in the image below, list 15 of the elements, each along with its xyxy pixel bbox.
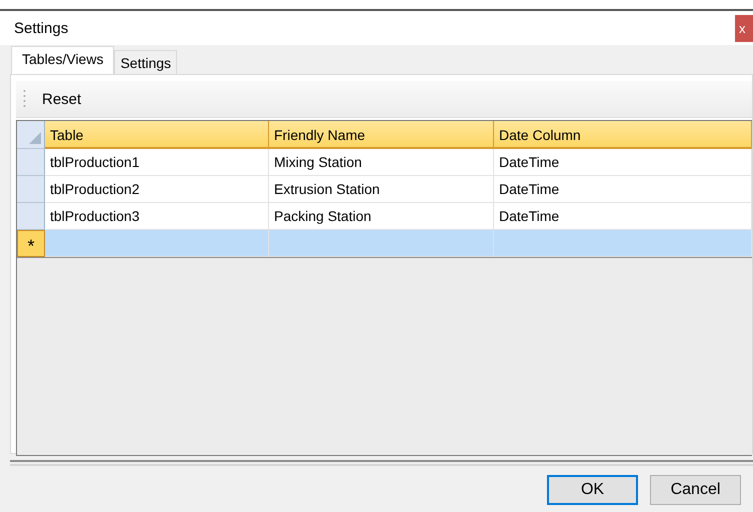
select-all-cell[interactable]	[17, 121, 45, 149]
new-row-marker: *	[17, 230, 45, 257]
tab[interactable]: Settings	[114, 50, 178, 74]
grip-icon	[23, 89, 26, 109]
corner-triangle-icon	[29, 132, 41, 144]
reset-button[interactable]: Reset	[36, 88, 88, 110]
tab[interactable]: Tables/Views	[11, 46, 114, 74]
cancel-button[interactable]: Cancel	[650, 475, 741, 505]
row-header[interactable]	[17, 176, 45, 203]
window-title: Settings	[14, 20, 68, 36]
row-header[interactable]	[17, 149, 45, 176]
close-button[interactable]: x	[735, 14, 753, 42]
row-header[interactable]	[17, 203, 45, 230]
new-row[interactable]: *	[17, 230, 752, 258]
ok-button[interactable]: OK	[547, 475, 638, 505]
